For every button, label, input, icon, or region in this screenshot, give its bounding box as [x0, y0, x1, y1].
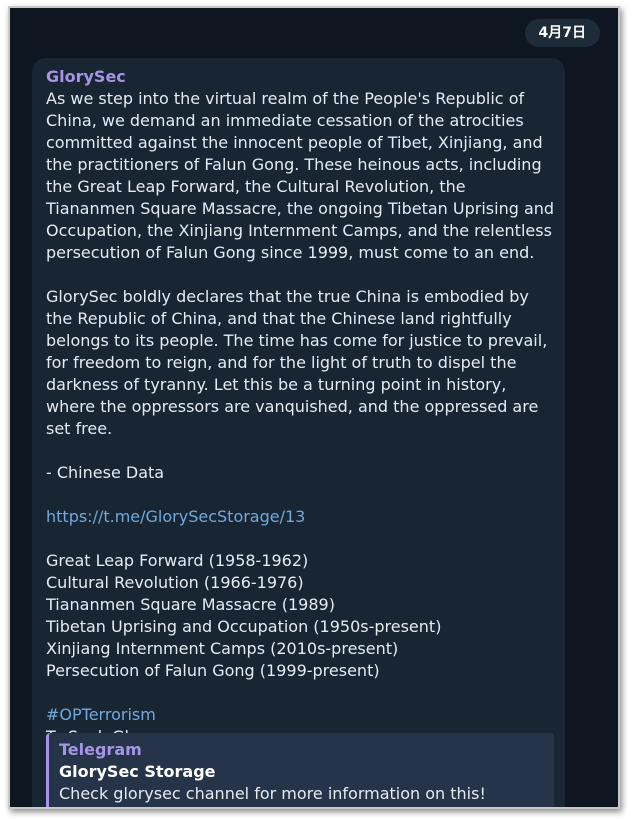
- message-text: GlorySec As we step into the virtual rea…: [46, 66, 558, 748]
- list-item: Tiananmen Square Massacre (1989): [46, 595, 335, 614]
- message-paragraph-1: As we step into the virtual realm of the…: [46, 89, 555, 262]
- preview-description: Check glorysec channel for more informat…: [59, 784, 486, 803]
- message-bubble[interactable]: GlorySec As we step into the virtual rea…: [32, 58, 565, 807]
- link-preview[interactable]: Telegram GlorySec Storage Check glorysec…: [46, 733, 554, 807]
- list-item: Persecution of Falun Gong (1999-present): [46, 661, 380, 680]
- hashtag-link[interactable]: #OPTerrorism: [46, 704, 558, 726]
- list-item: Tibetan Uprising and Occupation (1950s-p…: [46, 617, 442, 636]
- date-badge: 4月7日: [524, 19, 600, 47]
- list-item: Xinjiang Internment Camps (2010s-present…: [46, 639, 399, 658]
- list-item: Great Leap Forward (1958-1962): [46, 551, 309, 570]
- list-item: Cultural Revolution (1966-1976): [46, 573, 304, 592]
- preview-title: GlorySec Storage: [59, 762, 216, 781]
- message-paragraph-2: GlorySec boldly declares that the true C…: [46, 287, 548, 438]
- chat-window: 4月7日 GlorySec As we step into the virtua…: [8, 6, 620, 809]
- storage-link[interactable]: https://t.me/GlorySecStorage/13: [46, 506, 558, 528]
- sender-name[interactable]: GlorySec: [46, 66, 558, 88]
- source-note: - Chinese Data: [46, 463, 165, 482]
- preview-site-name: Telegram: [59, 740, 142, 759]
